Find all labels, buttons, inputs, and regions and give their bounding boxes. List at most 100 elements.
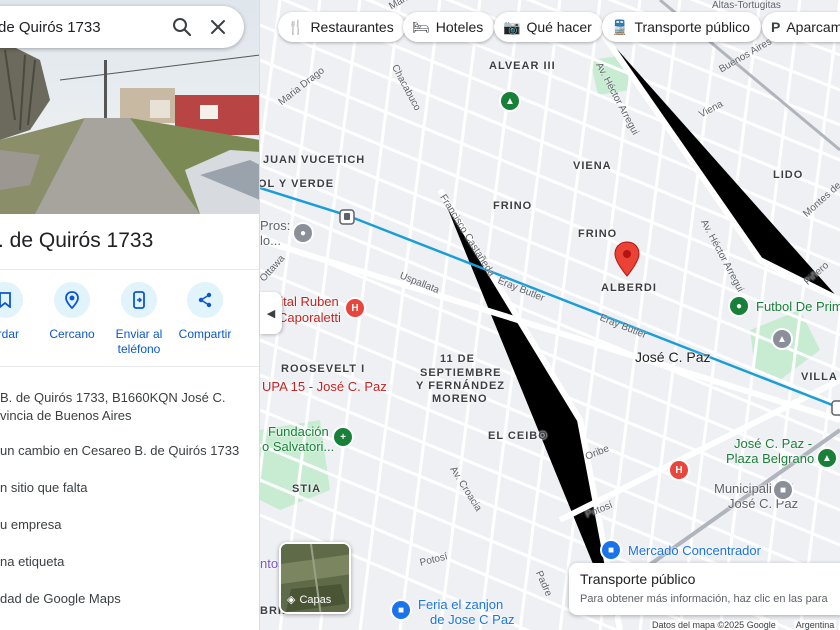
chevron-left-icon: ◀ <box>266 307 276 320</box>
poi-label[interactable]: Futbol De Prim <box>756 299 840 314</box>
neighborhood-label: LIDO <box>773 169 804 181</box>
medical-icon[interactable]: + <box>334 428 352 446</box>
neighborhood-label: ALVEAR III <box>489 60 556 72</box>
neighborhood-label: FRINO <box>493 200 533 212</box>
hospital-icon[interactable]: H <box>670 461 688 479</box>
poi-label[interactable]: pital Ruben <box>273 294 339 309</box>
send-to-phone-button[interactable]: Enviar al teléfono <box>103 282 175 357</box>
camera-icon: 📷 <box>503 18 521 35</box>
hospital-icon[interactable]: H <box>346 299 364 317</box>
chip-restaurants[interactable]: 🍴 Restaurantes <box>278 12 405 42</box>
country-label: Argentina <box>793 620 837 630</box>
bookmark-icon <box>0 292 11 308</box>
neighborhood-label: EL CEIBO <box>488 430 548 442</box>
search-box[interactable]: de Quirós 1733 <box>0 6 244 48</box>
shopping-icon[interactable]: ■ <box>602 541 620 559</box>
poi-label[interactable]: Pros: <box>260 218 290 233</box>
poi-label[interactable]: José C. Paz <box>728 496 798 511</box>
poi-label[interactable]: lo... <box>260 233 281 248</box>
park-icon[interactable]: ▲ <box>501 92 519 110</box>
transit-info-card[interactable]: Transporte público Para obtener más info… <box>569 563 840 615</box>
transit-card-subtitle: Para obtener más información, haz clic e… <box>580 593 828 605</box>
location-pin-icon[interactable] <box>614 241 640 277</box>
poi-label[interactable]: Mercado Concentrador <box>628 543 761 558</box>
address-line-1[interactable]: B. de Quirós 1733, B1660KQN José C. <box>0 389 225 407</box>
chip-label: Qué hacer <box>526 19 592 35</box>
chip-hotels[interactable]: 🛏 Hoteles <box>403 12 495 42</box>
google-maps-activity-link[interactable]: dad de Google Maps <box>0 590 121 608</box>
poi-label[interactable]: José C. Paz - <box>734 436 812 451</box>
parking-icon: P <box>771 19 781 35</box>
hotel-icon: 🛏 <box>412 18 430 35</box>
neighborhood-label: JUAN VUCETICH <box>263 154 366 166</box>
chip-things-to-do[interactable]: 📷 Qué hacer <box>494 12 603 42</box>
nearby-button[interactable]: Cercano <box>36 282 108 342</box>
transit-card-title: Transporte público <box>580 571 696 587</box>
neighborhood-label: STIA <box>292 483 322 495</box>
map-data-attribution[interactable]: Datos del mapa ©2025 Google <box>650 620 778 630</box>
transit-icon: 🚆 <box>611 18 629 35</box>
neighborhood-label: FRINO <box>578 228 618 240</box>
neighborhood-label: ROOSEVELT I <box>281 363 366 375</box>
street-label: Altas-Tortugitas <box>712 0 781 11</box>
suggest-edit-link[interactable]: un cambio en Cesareo B. de Quirós 1733 <box>0 442 239 460</box>
layers-button[interactable]: ◈ Capas <box>279 542 351 614</box>
neighborhood-label: OL Y VERDE <box>260 178 335 190</box>
add-missing-place-link[interactable]: n sitio que falta <box>0 479 87 497</box>
neighborhood-label: 11 DE <box>440 353 475 365</box>
send-to-phone-label: Enviar al teléfono <box>115 327 163 356</box>
poi-label[interactable]: de Jose C Paz <box>430 612 515 627</box>
neighborhood-label: SEPTIEMBRE <box>420 367 502 379</box>
chip-transit[interactable]: 🚆 Transporte público <box>602 12 761 42</box>
layers-label: Capas <box>299 593 332 606</box>
place-panel: de Quirós 1733 . de Quirós 1733 ardar Ce… <box>0 0 260 630</box>
close-icon[interactable] <box>200 9 236 45</box>
search-icon[interactable] <box>164 9 200 45</box>
neighborhood-label: MORENO <box>432 393 488 405</box>
poi-label[interactable]: Fundación <box>268 424 329 439</box>
building-icon[interactable]: ■ <box>774 481 792 499</box>
poi-label[interactable]: Caporaletti <box>278 310 341 325</box>
divider <box>0 269 259 270</box>
address-line-2[interactable]: vincia de Buenos Aires <box>0 407 132 425</box>
add-business-link[interactable]: u empresa <box>0 516 61 534</box>
map-canvas[interactable]: ALVEAR III JUAN VUCETICH OL Y VERDE VIEN… <box>260 0 840 630</box>
restaurant-icon: 🍴 <box>287 18 305 35</box>
chip-parking[interactable]: P Aparcam <box>762 12 840 42</box>
save-label: ardar <box>0 327 19 341</box>
nearby-icon <box>65 291 79 309</box>
map-footer: Datos del mapa ©2025 Google Argentina <box>650 620 837 630</box>
save-button[interactable]: ardar <box>0 282 41 342</box>
poi-label[interactable]: o Salvatori... <box>262 439 334 454</box>
poi-label[interactable]: Plaza Belgrano <box>726 451 814 466</box>
city-label: José C. Paz <box>635 349 711 365</box>
add-label-link[interactable]: na etiqueta <box>0 553 64 571</box>
search-input[interactable]: de Quirós 1733 <box>0 19 164 36</box>
neighborhood-label: VIENA <box>573 160 612 172</box>
collapse-panel-button[interactable]: ◀ <box>260 292 282 334</box>
neighborhood-label: Y FERNÁNDEZ <box>416 380 506 392</box>
shopping-icon[interactable]: ■ <box>392 601 410 619</box>
send-to-phone-icon <box>133 291 145 309</box>
poi-label[interactable]: UPA 15 - José C. Paz <box>262 379 387 394</box>
map-roads <box>260 0 840 630</box>
place-icon[interactable]: ● <box>294 224 312 242</box>
neighborhood-label: ALBERDI <box>601 282 657 294</box>
school-icon[interactable]: ▲ <box>773 330 791 348</box>
poi-label[interactable]: Feria el zanjon <box>418 597 503 612</box>
action-bar: ardar Cercano Enviar al teléfono Compart… <box>0 282 259 362</box>
chip-label: Aparcam <box>786 19 840 35</box>
chip-label: Transporte público <box>634 19 750 35</box>
divider <box>0 366 259 367</box>
share-button[interactable]: Compartir <box>169 282 241 342</box>
place-title: . de Quirós 1733 <box>0 229 154 252</box>
layers-icon: ◈ <box>287 594 296 606</box>
share-icon <box>198 292 212 308</box>
share-label: Compartir <box>178 327 232 341</box>
chip-label: Restaurantes <box>310 19 394 35</box>
sports-icon[interactable]: ● <box>730 297 748 315</box>
park-icon[interactable]: ▲ <box>818 449 836 467</box>
nearby-label: Cercano <box>49 327 95 341</box>
chip-label: Hoteles <box>435 19 484 35</box>
neighborhood-label: VILLA <box>801 371 838 383</box>
